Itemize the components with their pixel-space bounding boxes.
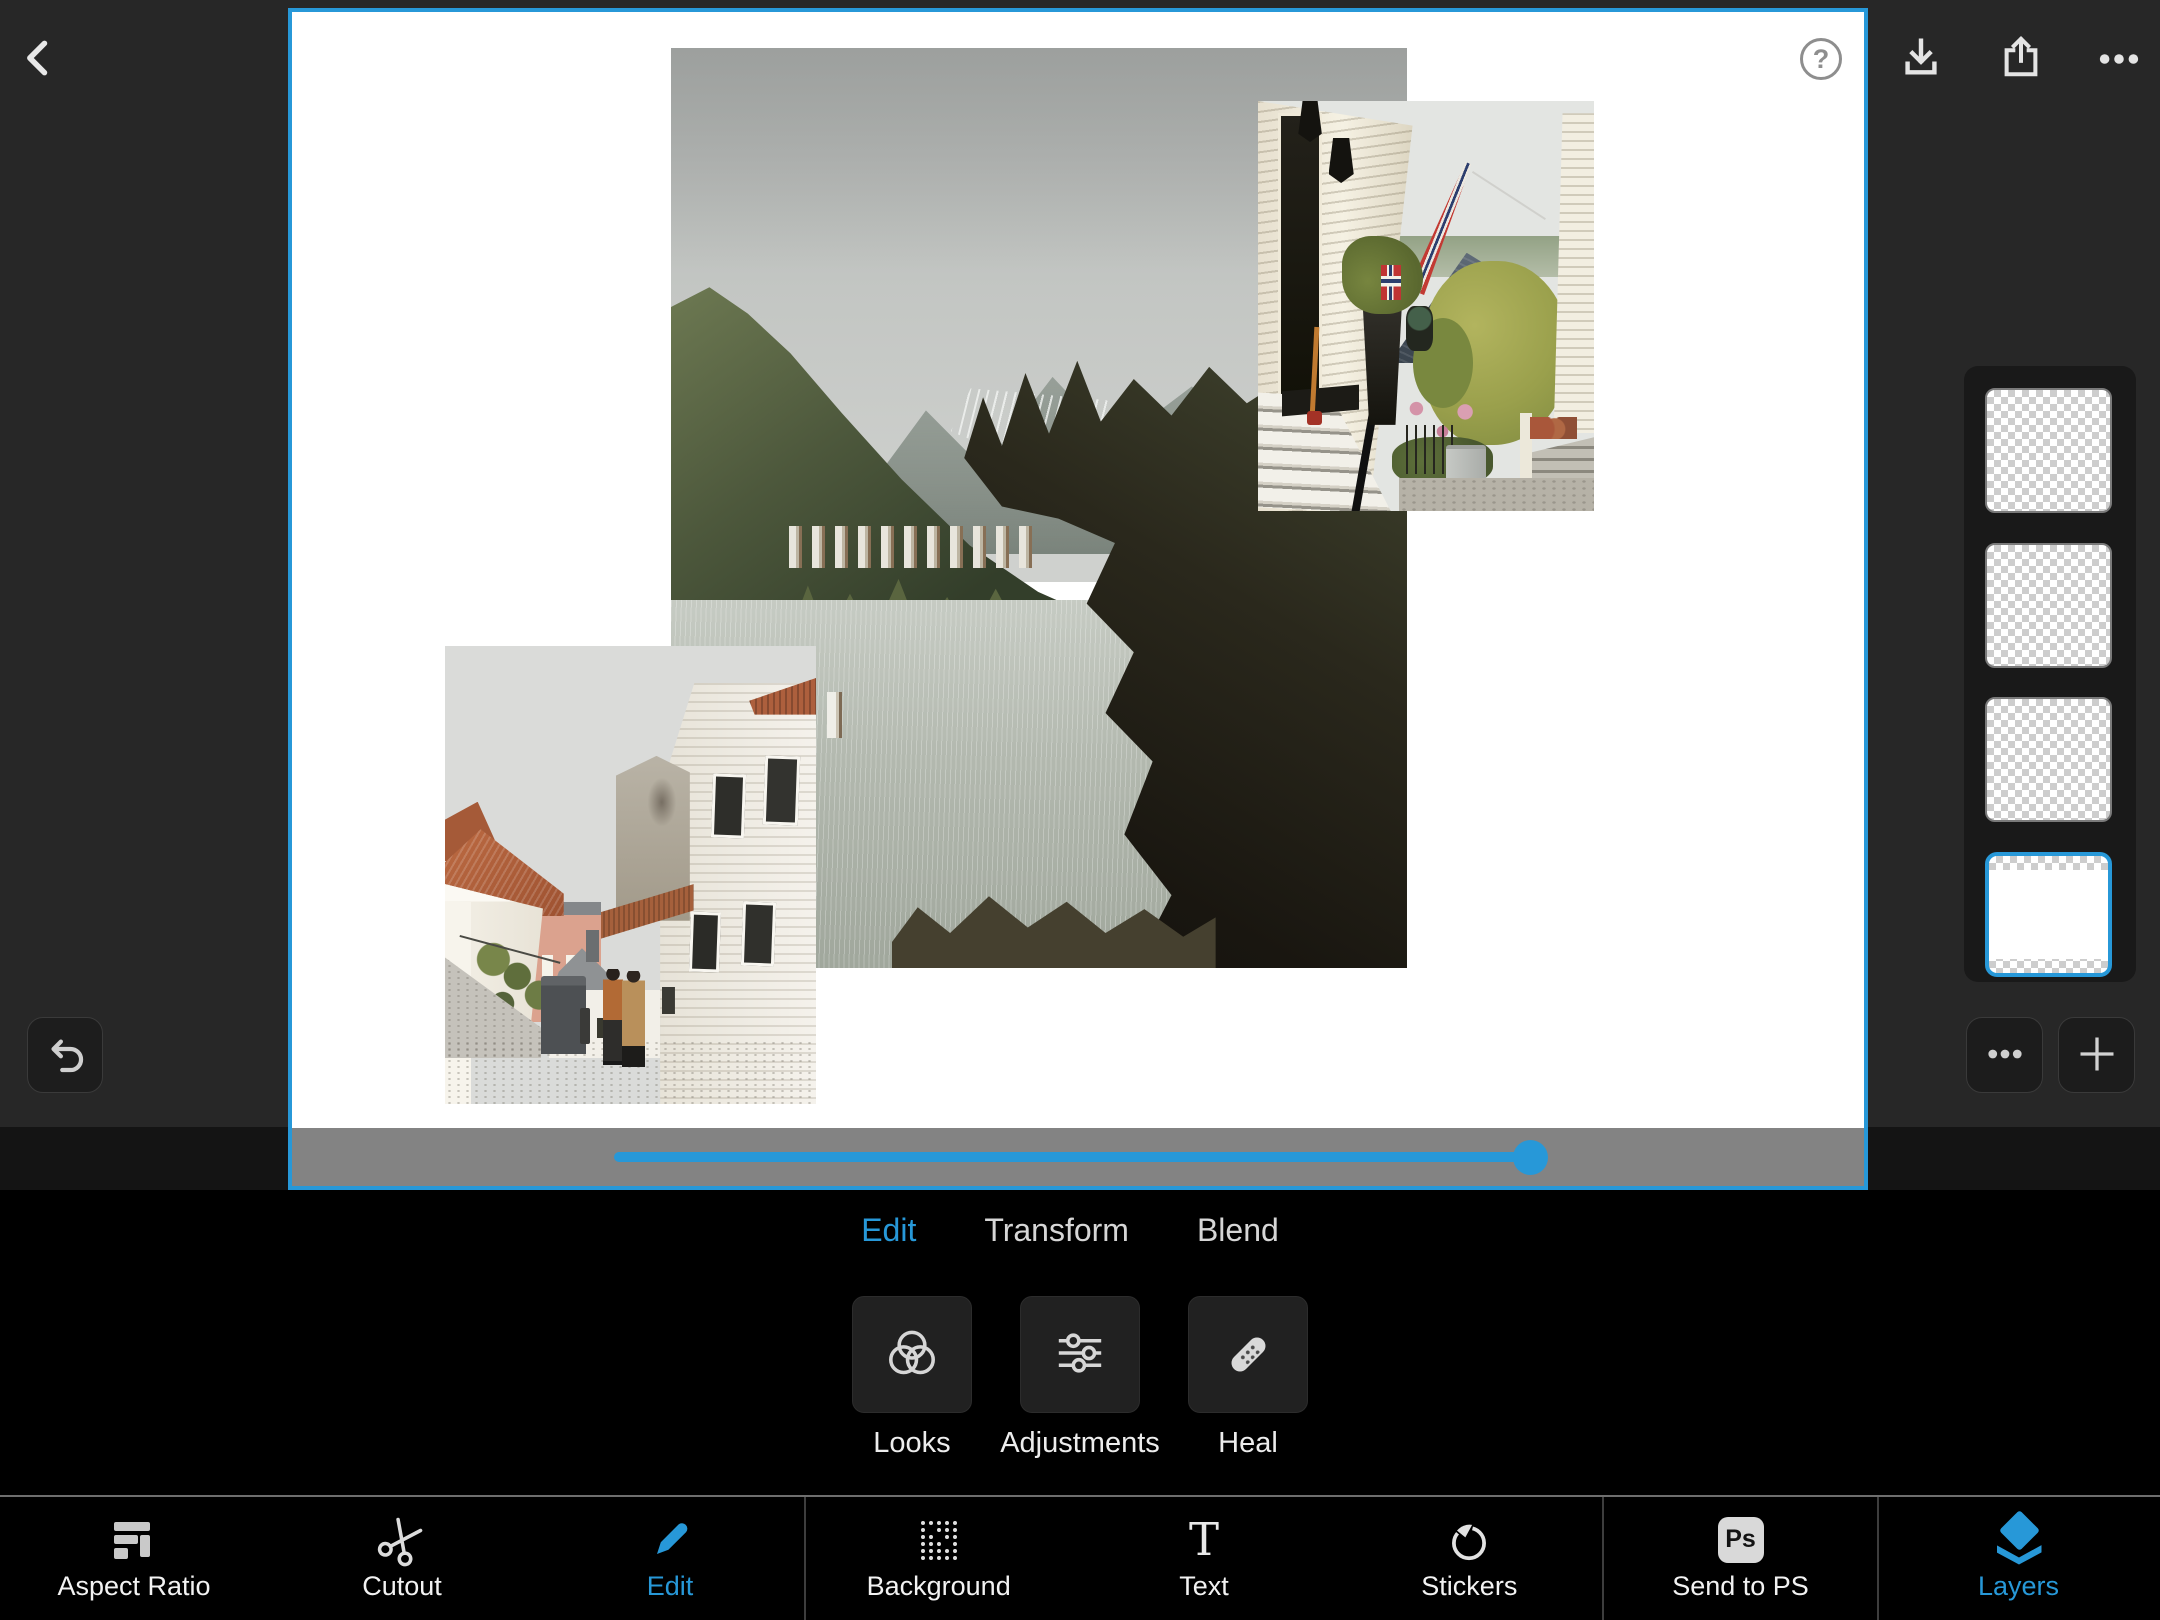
undo-arrow-icon xyxy=(43,1032,87,1079)
layer-thumb-image xyxy=(1987,390,2110,511)
share-button[interactable] xyxy=(1997,33,2045,81)
tool-heal: Heal xyxy=(1164,1296,1332,1460)
toolbar-group-2: Background T Text Stickers xyxy=(804,1497,1602,1620)
layer-thumb-image xyxy=(1989,856,2108,973)
toolbar-edit[interactable]: Edit xyxy=(536,1497,804,1620)
tool-adjustments: Adjustments xyxy=(996,1296,1164,1460)
toolbar-aspect-ratio[interactable]: Aspect Ratio xyxy=(0,1497,268,1620)
export-download-button[interactable] xyxy=(1897,33,1945,81)
toolbar-group-3: Ps Send to PS xyxy=(1602,1497,1877,1620)
artboard-canvas[interactable]: ? xyxy=(288,8,1868,1190)
layer-thumb-image xyxy=(1987,545,2110,666)
adjustments-button[interactable] xyxy=(1020,1296,1140,1413)
cobbled-ground xyxy=(1399,478,1594,511)
mini-norwegian-flag xyxy=(1381,265,1401,300)
chimney xyxy=(586,930,599,962)
looks-label: Looks xyxy=(873,1427,950,1460)
lantern-2 xyxy=(1329,138,1354,183)
tab-transform[interactable]: Transform xyxy=(984,1212,1129,1249)
tool-looks: Looks xyxy=(828,1296,996,1460)
tool-shortcuts: Looks Adjustments Heal xyxy=(0,1296,2160,1460)
flower-pots xyxy=(1530,417,1577,440)
opacity-slider-handle[interactable] xyxy=(1513,1140,1548,1175)
aspect-ratio-label: Aspect Ratio xyxy=(57,1571,210,1602)
stacked-layers-icon xyxy=(1993,1516,2045,1564)
ellipsis-icon xyxy=(1984,1033,2026,1078)
bottom-panel: Edit Transform Blend Looks Adjustments xyxy=(0,1190,2160,1620)
trash-bin xyxy=(541,976,586,1054)
tab-blend[interactable]: Blend xyxy=(1197,1212,1279,1249)
back-button[interactable] xyxy=(15,34,63,82)
nested-frames-icon xyxy=(108,1516,160,1564)
toolbar-text[interactable]: T Text xyxy=(1071,1497,1336,1620)
opacity-slider-track[interactable] xyxy=(614,1152,1540,1162)
chevron-left-icon xyxy=(17,36,61,80)
ps-badge-icon: Ps xyxy=(1715,1516,1767,1564)
layer-thumbnail-street[interactable] xyxy=(1985,388,2112,513)
broom-head xyxy=(1307,411,1322,425)
right-window-1 xyxy=(711,774,747,839)
cutout-label: Cutout xyxy=(362,1571,442,1602)
pencil-icon xyxy=(644,1516,696,1564)
person-orange-coat xyxy=(603,969,623,1065)
sliders-icon xyxy=(1051,1324,1109,1385)
send-to-ps-label: Send to PS xyxy=(1672,1571,1809,1602)
right-window-2 xyxy=(763,755,801,825)
toolbar-background[interactable]: Background xyxy=(806,1497,1071,1620)
share-icon xyxy=(1998,34,2044,80)
download-icon xyxy=(1898,34,1944,80)
edit-label: Edit xyxy=(647,1571,694,1602)
text-label: Text xyxy=(1179,1571,1229,1602)
help-button[interactable]: ? xyxy=(1800,38,1842,80)
overlapping-circles-icon xyxy=(883,1324,941,1385)
main-toolbar: Aspect Ratio Cutout Edit xyxy=(0,1495,2160,1620)
toolbar-cutout[interactable]: Cutout xyxy=(268,1497,536,1620)
layer-more-button[interactable] xyxy=(1966,1017,2043,1093)
edit-mode-tabs: Edit Transform Blend xyxy=(0,1212,2150,1249)
distant-figure xyxy=(580,1008,590,1045)
mid-lantern xyxy=(1406,306,1433,351)
lantern xyxy=(1298,101,1322,142)
toolbar-layers[interactable]: Layers xyxy=(1879,1497,2158,1620)
layers-label: Layers xyxy=(1978,1571,2059,1602)
distant-village-strip xyxy=(789,526,1039,567)
layer-thumbnail-background[interactable] xyxy=(1985,852,2112,977)
toolbar-group-4: Layers xyxy=(1877,1497,2158,1620)
bandaid-icon xyxy=(1227,1334,1268,1375)
person-camel-coat xyxy=(622,971,644,1067)
heal-label: Heal xyxy=(1218,1427,1278,1460)
editor-stage: ? xyxy=(0,0,2160,1190)
doorway-photo-layer[interactable] xyxy=(1258,101,1594,511)
plus-icon xyxy=(2075,1032,2119,1079)
layer-opacity-bar xyxy=(292,1128,1864,1186)
right-window-4 xyxy=(741,902,777,967)
undo-button[interactable] xyxy=(27,1017,103,1093)
layer-thumb-image xyxy=(1987,699,2110,820)
serif-t-icon: T xyxy=(1178,1516,1230,1564)
halftone-dots-icon xyxy=(913,1516,965,1564)
peeling-sticker-icon xyxy=(1443,1516,1495,1564)
tab-edit[interactable]: Edit xyxy=(861,1212,916,1249)
stickers-label: Stickers xyxy=(1421,1571,1517,1602)
opacity-slider-fill xyxy=(614,1152,1531,1162)
looks-button[interactable] xyxy=(852,1296,972,1413)
toolbar-stickers[interactable]: Stickers xyxy=(1337,1497,1602,1620)
add-layer-button[interactable] xyxy=(2058,1017,2135,1093)
background-label: Background xyxy=(867,1571,1011,1602)
street-photo-layer[interactable] xyxy=(445,646,816,1104)
toolbar-send-to-ps[interactable]: Ps Send to PS xyxy=(1604,1497,1877,1620)
layer-thumbnail-fjord[interactable] xyxy=(1985,697,2112,822)
scissors-icon xyxy=(368,1507,436,1573)
ellipsis-icon xyxy=(2096,36,2142,82)
toolbar-group-1: Aspect Ratio Cutout Edit xyxy=(0,1497,804,1620)
adjustments-label: Adjustments xyxy=(1000,1427,1160,1460)
layer-thumbnail-doorway[interactable] xyxy=(1985,543,2112,668)
layers-panel xyxy=(1964,366,2136,982)
more-options-button[interactable] xyxy=(2095,35,2143,83)
heal-button[interactable] xyxy=(1188,1296,1308,1413)
question-mark-icon: ? xyxy=(1813,44,1830,75)
